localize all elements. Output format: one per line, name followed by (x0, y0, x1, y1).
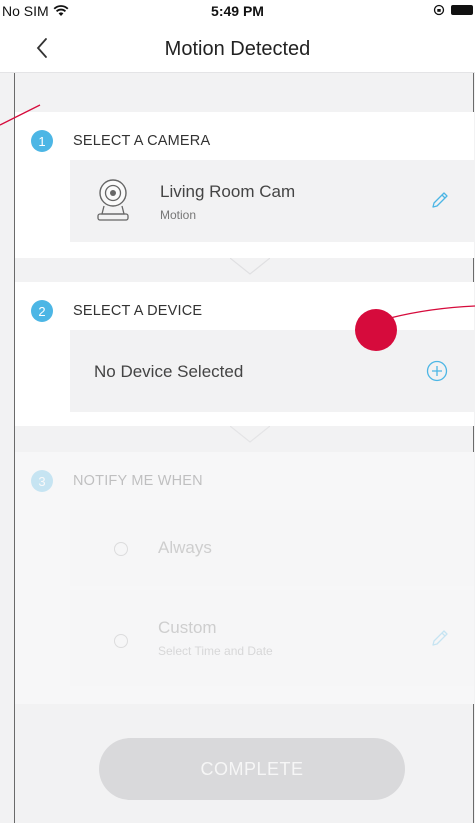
orientation-lock-icon (433, 4, 445, 16)
radio-button[interactable] (114, 634, 128, 648)
step-number-badge: 2 (31, 300, 53, 322)
complete-button[interactable]: COMPLETE (99, 738, 405, 800)
camera-name: Living Room Cam (160, 182, 296, 201)
option-sublabel: Select Time and Date (158, 644, 273, 658)
status-time: 5:49 PM (211, 3, 264, 19)
connector-chevron (230, 426, 270, 443)
page-title: Motion Detected (164, 38, 311, 60)
step-label: SELECT A DEVICE (73, 303, 203, 319)
option-label: Custom (158, 618, 217, 637)
battery-icon (451, 5, 473, 15)
device-placeholder: No Device Selected (94, 362, 244, 381)
tap-marker (355, 309, 397, 351)
step-header: 2 SELECT A DEVICE (31, 300, 202, 322)
step-number-badge: 1 (31, 130, 53, 152)
selected-camera-row[interactable]: Living Room Cam Motion (70, 160, 474, 242)
step-header: 3 NOTIFY ME WHEN (31, 470, 203, 492)
nav-bar: Motion Detected (0, 24, 475, 73)
notify-option-always[interactable]: Always (70, 510, 474, 586)
camera-type: Motion (160, 208, 197, 222)
camera-device-icon (97, 179, 129, 221)
step-label: NOTIFY ME WHEN (73, 473, 203, 489)
step-number-badge: 3 (31, 470, 53, 492)
notify-option-custom[interactable]: Custom Select Time and Date (70, 590, 474, 686)
pencil-edit-icon[interactable] (430, 190, 450, 210)
radio-button[interactable] (114, 542, 128, 556)
step-header: 1 SELECT A CAMERA (31, 130, 210, 152)
notify-me-section: 3 NOTIFY ME WHEN Always Custom Select Ti… (15, 452, 474, 704)
status-bar: No SIM 5:49 PM (0, 0, 475, 24)
option-label: Always (158, 538, 212, 557)
pencil-edit-icon[interactable] (430, 628, 450, 648)
step-label: SELECT A CAMERA (73, 133, 211, 149)
select-device-row[interactable]: No Device Selected (70, 330, 474, 412)
notify-disabled-overlay: 3 NOTIFY ME WHEN Always Custom Select Ti… (15, 452, 474, 704)
select-device-section: 2 SELECT A DEVICE No Device Selected (15, 282, 474, 426)
add-circle-icon[interactable] (426, 360, 448, 382)
connector-chevron (230, 258, 270, 275)
select-camera-section: 1 SELECT A CAMERA Living Room Cam Motion (15, 112, 474, 258)
status-right (433, 4, 473, 16)
